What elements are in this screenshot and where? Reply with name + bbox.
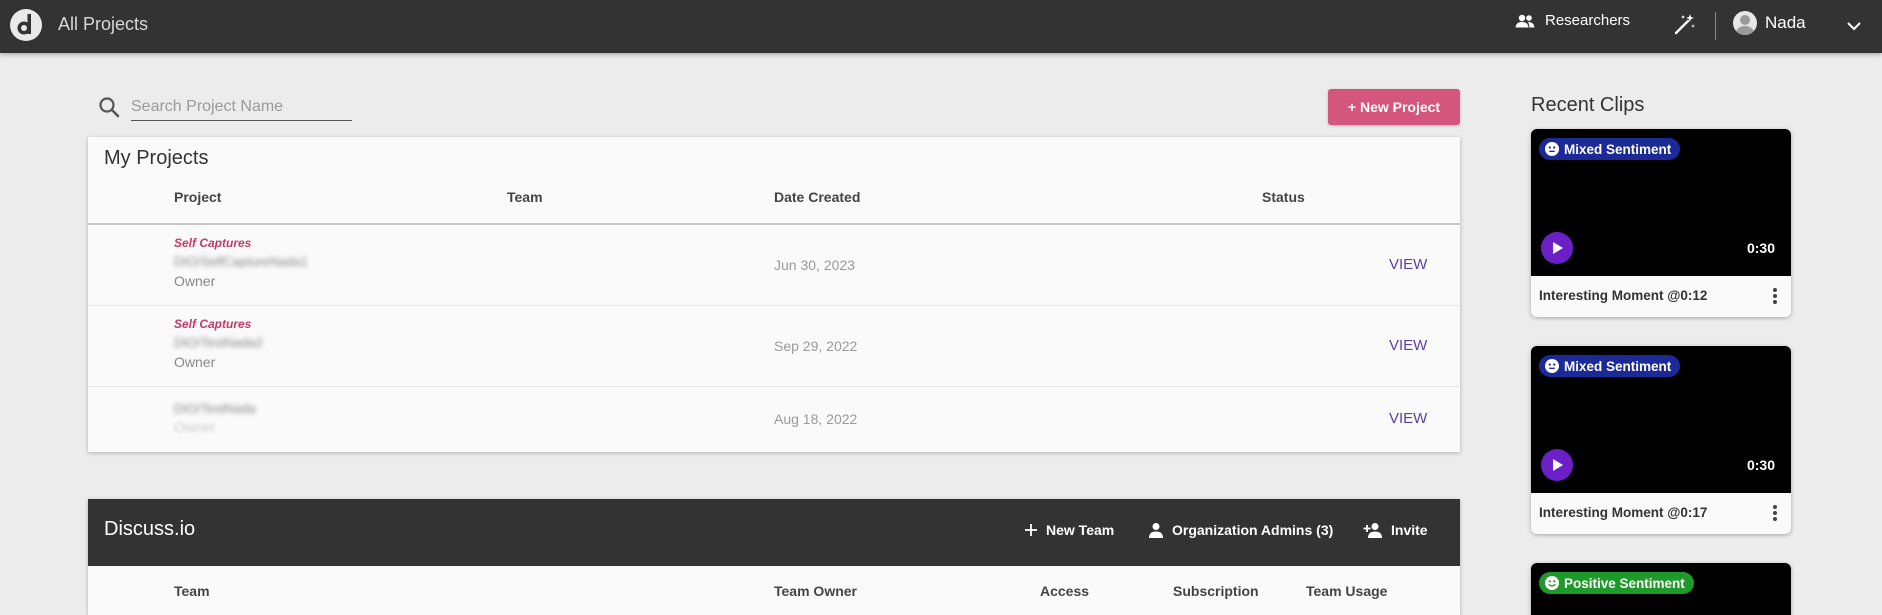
clip-card[interactable]: Mixed Sentiment 0:30 Interesting Moment … (1531, 129, 1791, 317)
play-icon (1553, 242, 1563, 254)
view-link[interactable]: VIEW (1389, 410, 1427, 427)
sentiment-label: Mixed Sentiment (1564, 141, 1672, 157)
sentiment-badge: Mixed Sentiment (1539, 355, 1681, 377)
play-icon (1553, 459, 1563, 471)
date-created: Sep 29, 2022 (774, 338, 858, 354)
user-menu[interactable]: Nada (1733, 11, 1806, 35)
column-header-team[interactable]: Team (507, 189, 543, 205)
project-type: Self Captures (174, 317, 252, 331)
play-button[interactable] (1541, 232, 1573, 264)
column-header-status[interactable]: Status (1262, 189, 1305, 205)
my-projects-card: My Projects Project Team Date Created St… (88, 137, 1460, 452)
project-role: Owner (174, 354, 216, 370)
table-row[interactable]: DIO/TestNada Owner Aug 18, 2022 VIEW (88, 387, 1460, 452)
more-options-icon[interactable] (1771, 286, 1779, 306)
project-type: Self Captures (174, 236, 252, 250)
new-team-button[interactable]: New Team (1024, 522, 1114, 538)
search-icon (99, 97, 120, 118)
clip-card[interactable]: Positive Sentiment (1531, 563, 1791, 615)
clip-duration: 0:30 (1746, 457, 1775, 473)
invite-button[interactable]: Invite (1363, 522, 1428, 538)
avatar (1733, 11, 1757, 35)
column-header-project[interactable]: Project (174, 189, 221, 205)
organization-admins-label: Organization Admins (3) (1172, 522, 1334, 538)
project-role: Owner (174, 273, 216, 289)
video-thumbnail[interactable]: Mixed Sentiment 0:30 (1531, 346, 1791, 493)
table-row[interactable]: Self Captures DIO/SelfCaptureNada1 Owner… (88, 225, 1460, 306)
organization-name: Discuss.io (104, 518, 196, 540)
researchers-button[interactable]: Researchers (1515, 12, 1630, 29)
sentiment-badge: Positive Sentiment (1539, 572, 1694, 594)
new-team-label: New Team (1046, 522, 1115, 538)
more-options-icon[interactable] (1771, 503, 1779, 523)
plus-icon (1025, 524, 1037, 536)
column-header-team-usage[interactable]: Team Usage (1306, 583, 1387, 599)
clip-label: Interesting Moment @0:12 (1539, 288, 1708, 303)
invite-label: Invite (1391, 522, 1428, 538)
clip-label: Interesting Moment @0:17 (1539, 505, 1708, 520)
recent-clips-title: Recent Clips (1531, 94, 1645, 116)
organization-header: Discuss.io New Team Organization Admins … (88, 499, 1460, 566)
date-created: Aug 18, 2022 (774, 411, 858, 427)
video-thumbnail[interactable]: Mixed Sentiment 0:30 (1531, 129, 1791, 276)
column-header-subscription[interactable]: Subscription (1173, 583, 1259, 599)
chevron-down-icon[interactable] (1844, 16, 1864, 36)
project-role: Owner (174, 419, 216, 435)
divider (1715, 12, 1716, 40)
neutral-face-icon (1545, 142, 1559, 156)
person-icon (1149, 523, 1163, 538)
sentiment-badge: Mixed Sentiment (1539, 138, 1681, 160)
neutral-face-icon (1545, 359, 1559, 373)
page-title[interactable]: All Projects (58, 14, 148, 35)
add-person-icon (1363, 523, 1382, 538)
new-project-button[interactable]: + New Project (1328, 89, 1460, 125)
sentiment-label: Positive Sentiment (1564, 575, 1685, 591)
play-button[interactable] (1541, 449, 1573, 481)
clip-duration: 0:30 (1746, 240, 1775, 256)
organization-admins-button[interactable]: Organization Admins (3) (1148, 522, 1333, 538)
sentiment-label: Mixed Sentiment (1564, 358, 1672, 374)
clip-card[interactable]: Mixed Sentiment 0:30 Interesting Moment … (1531, 346, 1791, 534)
column-header-team-owner[interactable]: Team Owner (774, 583, 857, 599)
table-row[interactable]: Self Captures DIO/TestNada2 Owner Sep 29… (88, 306, 1460, 387)
column-header-access[interactable]: Access (1040, 583, 1089, 599)
project-name: DIO/SelfCaptureNada1 (174, 254, 308, 269)
smiley-face-icon (1545, 576, 1559, 590)
column-header-team[interactable]: Team (174, 583, 210, 599)
project-name: DIO/TestNada2 (174, 335, 263, 350)
search-input[interactable] (131, 94, 352, 121)
people-icon (1515, 14, 1535, 27)
top-navigation-bar: All Projects Researchers Nada (0, 0, 1882, 53)
user-name: Nada (1765, 13, 1806, 32)
magic-wand-icon[interactable] (1673, 12, 1697, 36)
researchers-label: Researchers (1545, 12, 1631, 29)
section-title: My Projects (104, 147, 209, 169)
video-thumbnail[interactable]: Positive Sentiment (1531, 563, 1791, 615)
organization-card: Discuss.io New Team Organization Admins … (88, 499, 1460, 615)
view-link[interactable]: VIEW (1389, 256, 1427, 273)
date-created: Jun 30, 2023 (774, 257, 855, 273)
view-link[interactable]: VIEW (1389, 337, 1427, 354)
discuss-logo-icon[interactable] (9, 8, 43, 42)
column-header-date-created[interactable]: Date Created (774, 189, 860, 205)
project-name: DIO/TestNada (174, 401, 256, 416)
